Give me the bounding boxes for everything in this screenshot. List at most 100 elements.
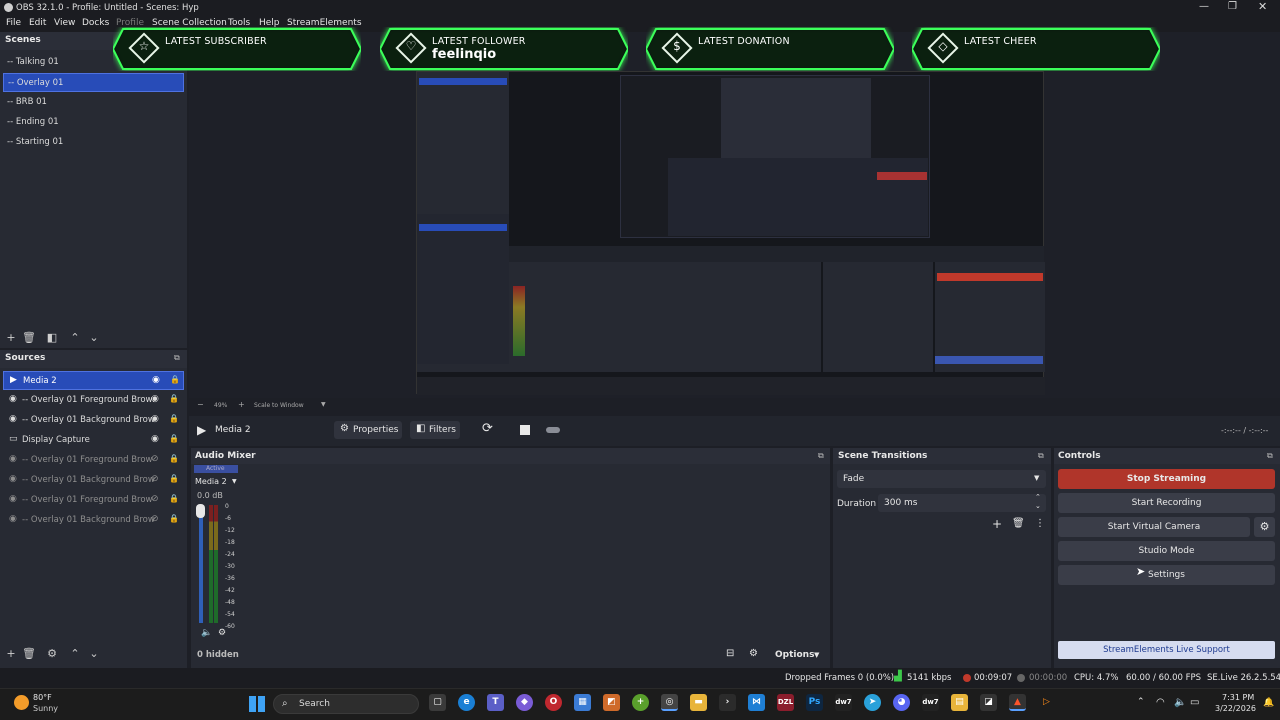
vscode-icon[interactable]: ⋈ (748, 694, 765, 711)
media-player-icon[interactable]: ▷ (1038, 694, 1055, 711)
menu-edit[interactable]: Edit (29, 18, 46, 28)
channel-dropdown-icon[interactable]: ▼ (232, 478, 237, 485)
edge-icon[interactable]: e (458, 694, 475, 711)
media-seek-slider[interactable] (546, 427, 560, 433)
file-explorer-icon[interactable]: ▬ (690, 694, 707, 711)
telegram-icon[interactable]: ➤ (864, 694, 881, 711)
mixer-options[interactable]: Options (775, 650, 814, 660)
eye-icon[interactable]: ◉ (151, 394, 159, 404)
wifi-icon[interactable]: ◠ (1156, 697, 1165, 708)
weather-temp[interactable]: 80°F (33, 693, 52, 702)
remove-transition-icon[interactable]: 🗑 (1012, 518, 1025, 529)
settings-button[interactable]: Settings (1058, 565, 1275, 585)
media-play-icon[interactable]: ▶ (197, 423, 206, 437)
dw7-app-icon[interactable]: dw7 (835, 694, 852, 711)
options-dropdown-icon[interactable]: ▼ (814, 651, 819, 659)
obs-taskbar-icon[interactable]: ◎ (661, 694, 678, 711)
volume-icon[interactable]: 🔈 (1174, 697, 1186, 708)
lock-icon[interactable]: 🔒 (169, 394, 179, 403)
scale-mode[interactable]: Scale to Window (254, 402, 304, 409)
teams-icon[interactable]: T (487, 694, 504, 711)
copilot-icon[interactable]: ◆ (516, 694, 533, 711)
zoom-in-icon[interactable]: + (238, 400, 245, 409)
source-item[interactable]: ◉ -- Overlay 01 Background Brow ⊘ 🔒 (3, 511, 184, 530)
source-item[interactable]: ◉ -- Overlay 01 Foreground Brow: ◉ 🔒 (3, 391, 184, 410)
transition-select[interactable]: Fade ▼ (837, 470, 1046, 488)
volume-fader-handle[interactable] (196, 504, 205, 518)
eye-off-icon[interactable]: ⊘ (151, 494, 159, 504)
dzl-app-icon[interactable]: DZL (777, 694, 794, 711)
lock-icon[interactable]: 🔒 (169, 474, 179, 483)
app-icon[interactable]: ◪ (980, 694, 997, 711)
clock-date[interactable]: 3/22/2026 (1215, 704, 1256, 713)
lock-icon[interactable]: 🔒 (169, 494, 179, 503)
source-item[interactable]: ◉ -- Overlay 01 Foreground Brow ⊘ 🔒 (3, 451, 184, 470)
folder-icon[interactable]: ▤ (951, 694, 968, 711)
task-view-icon[interactable]: ▢ (429, 694, 446, 711)
notification-icon[interactable]: 🔔 (1263, 698, 1274, 708)
move-down-icon[interactable]: ⌄ (87, 331, 101, 345)
add-scene-icon[interactable]: + (4, 331, 18, 345)
tray-overflow-icon[interactable]: ⌃ (1137, 697, 1145, 707)
restart-icon[interactable]: ⟳ (482, 421, 493, 436)
lock-icon[interactable]: 🔒 (170, 375, 180, 384)
maximize-icon[interactable]: ❐ (1228, 1, 1237, 12)
properties-button[interactable]: ⚙ Properties (334, 421, 402, 439)
spin-down-icon[interactable]: ⌄ (1035, 502, 1041, 510)
source-item[interactable]: ◉ -- Overlay 01 Foreground Brow ⊘ 🔒 (3, 491, 184, 510)
source-settings-icon[interactable]: ⚙ (45, 647, 59, 661)
source-item[interactable]: ▶ Media 2 ◉ 🔒 (3, 371, 184, 390)
remove-scene-icon[interactable]: 🗑 (22, 331, 36, 345)
scale-mode-dropdown-icon[interactable]: ▼ (321, 401, 326, 408)
scene-filters-icon[interactable]: ◧ (45, 331, 59, 345)
taskbar-search[interactable]: ⌕ Search (273, 694, 419, 714)
menu-file[interactable]: File (6, 18, 21, 28)
brave-icon[interactable]: ▲ (1009, 694, 1026, 711)
move-up-icon[interactable]: ⌃ (68, 331, 82, 345)
scene-item-overlay[interactable]: -- Overlay 01 (3, 73, 184, 92)
store-icon[interactable]: ▦ (574, 694, 591, 711)
zoom-out-icon[interactable]: − (197, 400, 204, 409)
eye-off-icon[interactable]: ⊘ (151, 474, 159, 484)
more-options-icon[interactable]: ⋮ (1035, 518, 1045, 529)
duration-input[interactable]: 300 ms ⌃ ⌄ (878, 493, 1046, 512)
eye-off-icon[interactable]: ⊘ (151, 514, 159, 524)
menu-view[interactable]: View (54, 18, 75, 28)
start-virtual-camera-button[interactable]: Start Virtual Camera (1058, 517, 1250, 537)
source-item[interactable]: ▭ Display Capture ◉ 🔒 (3, 431, 184, 450)
paint-icon[interactable]: ◩ (603, 694, 620, 711)
advanced-audio-icon[interactable]: ⚙ (749, 648, 758, 659)
undock-icon[interactable]: ⧉ (818, 451, 824, 461)
stop-icon[interactable] (520, 425, 530, 435)
undock-icon[interactable]: ⧉ (1267, 451, 1273, 461)
streamelements-support-button[interactable]: StreamElements Live Support (1058, 641, 1275, 659)
undock-icon[interactable]: ⧉ (1038, 451, 1044, 461)
scene-item-brb[interactable]: -- BRB 01 (3, 93, 184, 112)
eye-icon[interactable]: ◉ (152, 375, 160, 385)
photoshop-icon[interactable]: Ps (806, 694, 823, 711)
remove-source-icon[interactable]: 🗑 (22, 647, 36, 661)
start-menu-icon[interactable] (249, 696, 265, 712)
lock-icon[interactable]: 🔒 (169, 414, 179, 423)
speaker-icon[interactable]: 🔈 (201, 628, 212, 638)
source-up-icon[interactable]: ⌃ (68, 647, 82, 661)
dw7-app-icon-2[interactable]: dw7 (922, 694, 939, 711)
filters-button[interactable]: ◧ Filters (410, 421, 460, 439)
discord-icon[interactable]: ◕ (893, 694, 910, 711)
minimize-icon[interactable]: — (1199, 1, 1209, 12)
preview-canvas[interactable] (416, 71, 1045, 395)
eye-off-icon[interactable]: ⊘ (151, 454, 159, 464)
start-recording-button[interactable]: Start Recording (1058, 493, 1275, 513)
plus-app-icon[interactable]: + (632, 694, 649, 711)
opera-icon[interactable]: O (545, 694, 562, 711)
scene-item-ending[interactable]: -- Ending 01 (3, 113, 184, 132)
lock-icon[interactable]: 🔒 (169, 514, 179, 523)
menu-docks[interactable]: Docks (82, 18, 109, 28)
eye-icon[interactable]: ◉ (151, 414, 159, 424)
spin-up-icon[interactable]: ⌃ (1035, 493, 1041, 501)
stop-streaming-button[interactable]: Stop Streaming (1058, 469, 1275, 489)
terminal-icon[interactable]: › (719, 694, 736, 711)
virtual-camera-settings-button[interactable]: ⚙ (1254, 517, 1275, 537)
studio-mode-button[interactable]: Studio Mode (1058, 541, 1275, 561)
battery-icon[interactable]: ▭ (1190, 697, 1199, 708)
